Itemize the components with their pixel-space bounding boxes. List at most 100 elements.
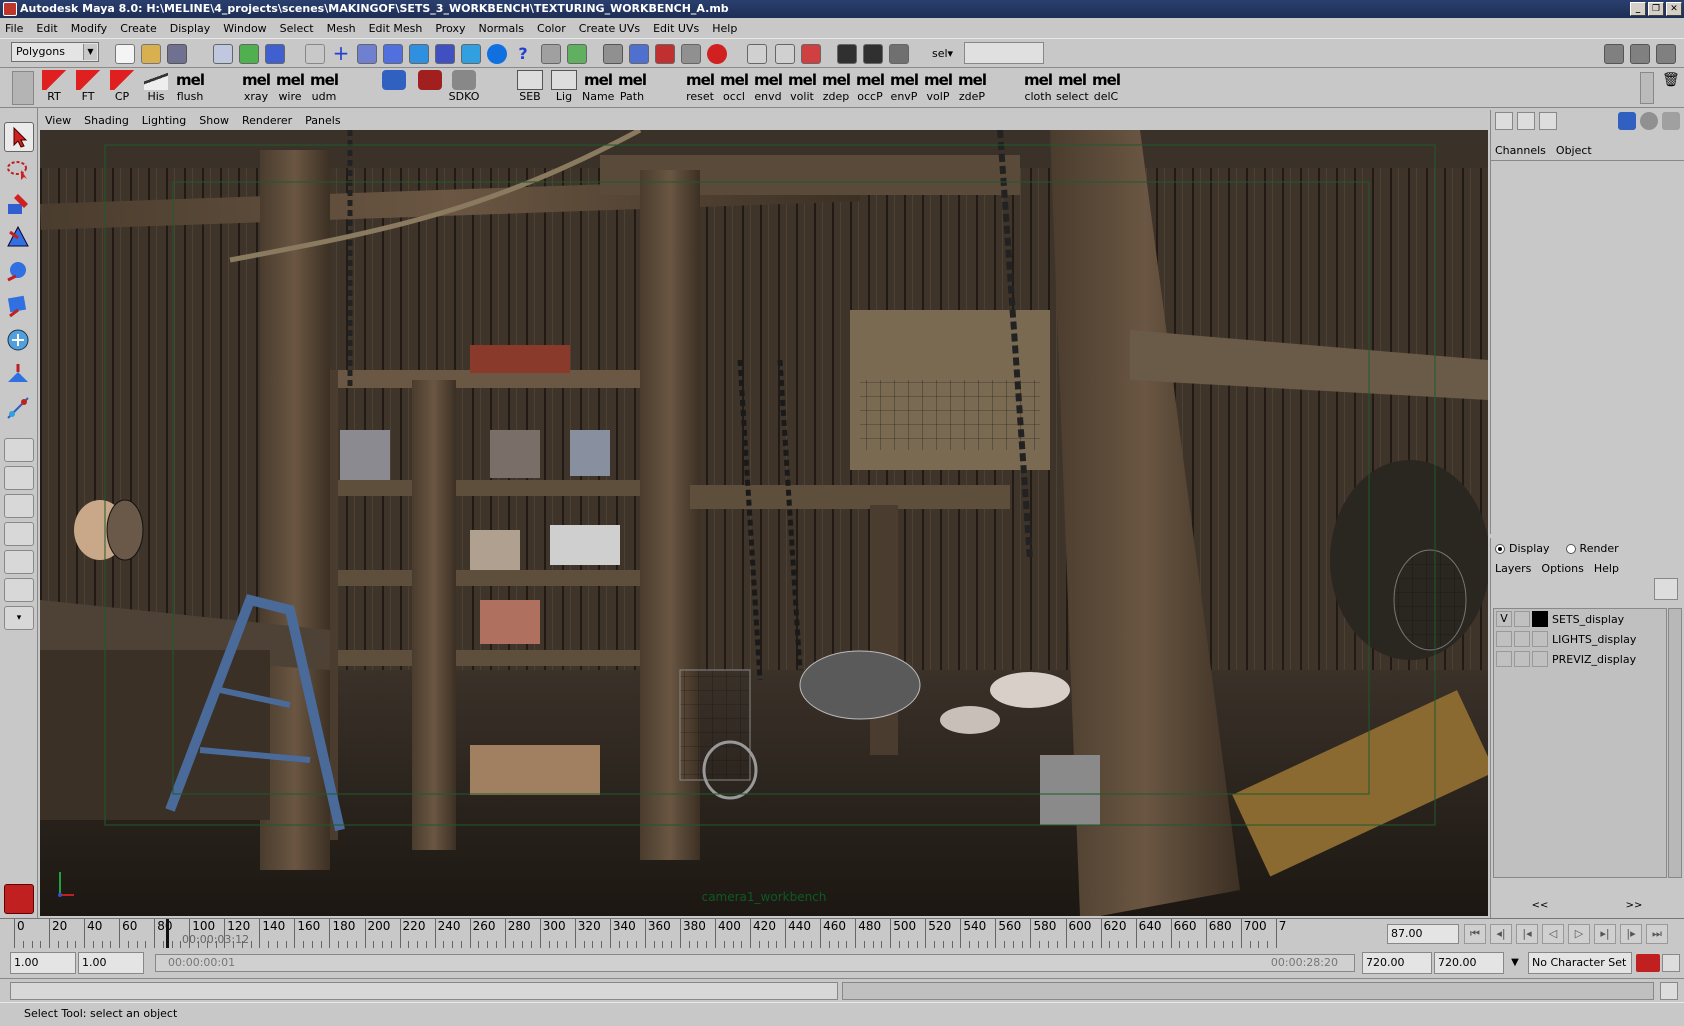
shelf-button-his[interactable]: His	[140, 70, 172, 106]
character-set-dropdown-icon[interactable]: ▼	[1506, 954, 1524, 972]
shelf-button-path[interactable]: mel Path	[616, 70, 648, 106]
shelf-button-udm[interactable]: mel udm	[308, 70, 340, 106]
layer-nav-right[interactable]: >>	[1626, 900, 1643, 914]
menu-window[interactable]: Window	[223, 22, 266, 35]
layout-hypershade-icon[interactable]	[4, 550, 34, 574]
layer-color-swatch[interactable]	[1532, 651, 1548, 667]
shelf-button-name[interactable]: mel Name	[582, 70, 614, 106]
render-radio[interactable]	[1565, 543, 1576, 554]
open-scene-icon[interactable]	[141, 44, 161, 64]
soft-modification-icon[interactable]	[4, 360, 34, 390]
playback-end-field[interactable]: 720.00	[1362, 952, 1432, 974]
go-to-end-icon[interactable]: ⏭	[1646, 924, 1668, 944]
menu-proxy[interactable]: Proxy	[435, 22, 465, 35]
menu-edit-mesh[interactable]: Edit Mesh	[369, 22, 423, 35]
layout-single-pane-icon[interactable]	[4, 438, 34, 462]
shelf-button-icon-9[interactable]	[414, 70, 446, 106]
shelf-button-cloth[interactable]: mel cloth	[1022, 70, 1054, 106]
shelf-button-seb[interactable]: SEB	[514, 70, 546, 106]
select-object-icon[interactable]	[239, 44, 259, 64]
anim-layer-icon[interactable]	[1662, 112, 1680, 130]
menu-file[interactable]: File	[5, 22, 23, 35]
shelf-button-zdep[interactable]: mel zdeP	[956, 70, 988, 106]
help-icon[interactable]: ?	[513, 44, 533, 64]
layer-template-toggle[interactable]	[1514, 651, 1530, 667]
shelf-button-sdko[interactable]: SDKO	[448, 70, 480, 106]
universal-manipulator-icon[interactable]	[4, 326, 34, 356]
snap-view-plane-icon[interactable]	[681, 44, 701, 64]
animation-preferences-icon[interactable]	[1662, 954, 1680, 972]
shelf-button-envd[interactable]: mel envd	[752, 70, 784, 106]
playback-start-field[interactable]: 1.00	[78, 952, 144, 974]
shelf-button-zdep[interactable]: mel zdep	[820, 70, 852, 106]
select-handles-icon[interactable]: +	[331, 43, 351, 64]
shelf-button-wire[interactable]: mel wire	[274, 70, 306, 106]
animation-start-field[interactable]: 1.00	[10, 952, 76, 974]
layer-visibility-toggle[interactable]	[1496, 631, 1512, 647]
menu-normals[interactable]: Normals	[478, 22, 524, 35]
trash-icon[interactable]: 🗑	[1662, 72, 1680, 90]
perspective-viewport[interactable]: camera1_workbench	[40, 130, 1488, 916]
panel-menu-shading[interactable]: Shading	[84, 114, 129, 127]
layout-more-icon[interactable]: ▾	[4, 606, 34, 630]
menu-mesh[interactable]: Mesh	[327, 22, 356, 35]
layer-name[interactable]: LIGHTS_display	[1552, 633, 1636, 646]
play-backwards-icon[interactable]: ◁	[1542, 924, 1564, 944]
panel-menu-view[interactable]: View	[45, 114, 71, 127]
menu-create-uvs[interactable]: Create UVs	[579, 22, 640, 35]
select-deformations-icon[interactable]	[435, 44, 455, 64]
layer-editor-mode-icon[interactable]	[1517, 112, 1535, 130]
shelf-button-flush[interactable]: mel flush	[174, 70, 206, 106]
construction-history-icon[interactable]	[801, 44, 821, 64]
layout-persp-graph-icon[interactable]	[4, 522, 34, 546]
panel-menu-renderer[interactable]: Renderer	[242, 114, 292, 127]
move-tool-icon[interactable]	[4, 224, 34, 254]
step-back-frame-icon[interactable]: ◂|	[1490, 924, 1512, 944]
shelf-button-cp[interactable]: CP	[106, 70, 138, 106]
shelf-button-rt[interactable]: RT	[38, 70, 70, 106]
shelf-button-occp[interactable]: mel occP	[854, 70, 886, 106]
tool-settings-icon[interactable]	[1630, 44, 1650, 64]
select-curves-icon[interactable]	[383, 44, 403, 64]
select-dynamics-icon[interactable]	[461, 44, 481, 64]
channel-box-tab-channels[interactable]: Channels	[1495, 144, 1546, 157]
layer-row[interactable]: V SETS_display	[1494, 609, 1666, 629]
time-slider[interactable]: 00:00:03:12 0 20 40 60 80 100 120 140 160 180 200 2…	[0, 918, 1684, 949]
ipr-render-icon[interactable]	[863, 44, 883, 64]
layer-row[interactable]: PREVIZ_display	[1494, 649, 1666, 669]
show-manipulator-icon[interactable]	[4, 394, 34, 424]
menu-color[interactable]: Color	[537, 22, 566, 35]
step-forward-frame-icon[interactable]: |▸	[1620, 924, 1642, 944]
display-layer-icon[interactable]	[1618, 112, 1636, 130]
new-scene-icon[interactable]	[115, 44, 135, 64]
shelf-scroll[interactable]	[1640, 72, 1654, 104]
current-time-marker[interactable]	[166, 919, 170, 949]
layer-name[interactable]: PREVIZ_display	[1552, 653, 1636, 666]
panel-menu-panels[interactable]: Panels	[305, 114, 340, 127]
channel-box-mode-icon[interactable]	[1495, 112, 1513, 130]
rotate-tool-icon[interactable]	[4, 258, 34, 288]
layer-visibility-toggle[interactable]	[1496, 651, 1512, 667]
menu-edit-uvs[interactable]: Edit UVs	[653, 22, 699, 35]
go-to-start-icon[interactable]: ⏮	[1464, 924, 1486, 944]
character-set-field[interactable]: No Character Set	[1528, 952, 1632, 974]
scale-tool-icon[interactable]	[4, 292, 34, 322]
menu-help[interactable]: Help	[712, 22, 737, 35]
render-frame-icon[interactable]	[837, 44, 857, 64]
select-joints-icon[interactable]	[357, 44, 377, 64]
animation-end-field[interactable]: 720.00	[1434, 952, 1504, 974]
attribute-editor-icon[interactable]	[1604, 44, 1624, 64]
time-ruler[interactable]: 00:00:03:12 0 20 40 60 80 100 120 140 160 180 200 2…	[14, 919, 1384, 949]
menu-set-dropdown[interactable]: Polygons ▼	[11, 42, 99, 62]
current-frame-field[interactable]: 87.00	[1387, 924, 1459, 944]
save-scene-icon[interactable]	[167, 44, 187, 64]
highlight-selection-icon[interactable]	[567, 44, 587, 64]
render-globals-icon[interactable]	[889, 44, 909, 64]
menu-select[interactable]: Select	[280, 22, 314, 35]
create-layer-icon[interactable]	[1654, 578, 1678, 600]
layer-color-swatch[interactable]	[1532, 631, 1548, 647]
shelf-button-icon-8[interactable]	[378, 70, 410, 106]
shelf-button-select[interactable]: mel select	[1056, 70, 1089, 106]
lasso-tool-icon[interactable]	[4, 156, 34, 186]
select-hierarchy-icon[interactable]	[213, 44, 233, 64]
